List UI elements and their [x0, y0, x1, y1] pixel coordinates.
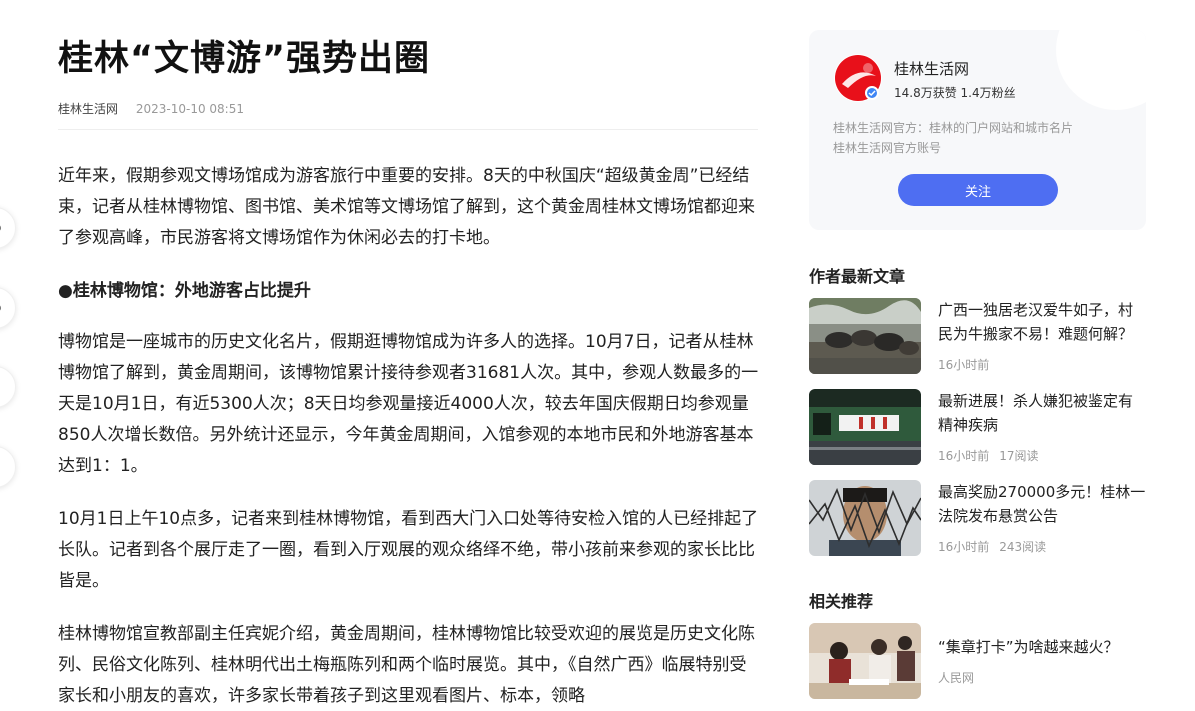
- news-meta: 16小时前: [938, 356, 989, 373]
- paragraph: 10月1日上午10点多，记者来到桂林博物馆，看到西大门入口处等待安检入馆的人已经…: [58, 509, 759, 591]
- article-meta: 桂林生活网 2023-10-10 08:51: [58, 100, 244, 117]
- follow-button[interactable]: 关注: [898, 174, 1058, 206]
- news-time: 16小时前: [938, 449, 990, 463]
- share-button[interactable]: [0, 446, 16, 488]
- like-icon: [0, 225, 1, 231]
- like-button[interactable]: [0, 207, 16, 249]
- news-time: 16小时前: [938, 358, 990, 372]
- latest-articles-heading: 作者最新文章: [809, 267, 906, 286]
- news-source: 人民网: [938, 671, 975, 685]
- author-name[interactable]: 桂林生活网: [894, 58, 969, 79]
- paragraph: 博物馆是一座城市的历史文化名片，假期逛博物馆成为许多人的选择。10月7日，记者从…: [58, 332, 759, 476]
- news-time: 16小时前: [938, 540, 990, 554]
- article-body: 近年来，假期参观文博场馆成为游客旅行中重要的安排。8天的中秋国庆“超级黄金周”已…: [58, 161, 760, 711]
- related-heading: 相关推荐: [809, 592, 874, 611]
- verified-badge-icon: [865, 86, 879, 100]
- thumbnail-image: [809, 298, 921, 374]
- comment-icon: [0, 305, 1, 311]
- news-reads: 17阅读: [999, 449, 1039, 463]
- news-title[interactable]: 最高奖励270000多元！桂林一法院发布悬赏公告: [938, 480, 1146, 528]
- author-desc-line: 桂林生活网官方：桂林的门户网站和城市名片: [833, 121, 1074, 135]
- list-item[interactable]: 最新进展！杀人嫌犯被鉴定有精神疾病 16小时前 17阅读: [809, 389, 1146, 465]
- list-item[interactable]: 最高奖励270000多元！桂林一法院发布悬赏公告 16小时前 243阅读: [809, 480, 1146, 556]
- news-meta: 16小时前 17阅读: [938, 447, 1039, 464]
- news-reads: 243阅读: [999, 540, 1047, 554]
- paragraph: 近年来，假期参观文博场馆成为游客旅行中重要的安排。8天的中秋国庆“超级黄金周”已…: [58, 166, 755, 248]
- article-author-link[interactable]: 桂林生活网: [58, 102, 118, 116]
- page-title: 桂林“文博游”强势出圈: [58, 39, 431, 79]
- news-title[interactable]: “集章打卡”为啥越来越火？: [938, 635, 1146, 659]
- author-card: 桂林生活网 14.8万获赞 1.4万粉丝 桂林生活网官方：桂林的门户网站和城市名…: [809, 30, 1146, 230]
- article-datetime: 2023-10-10 08:51: [135, 102, 244, 116]
- star-icon: [0, 380, 6, 394]
- list-item[interactable]: 广西一独居老汉爱牛如子，村民为牛搬家不易！难题何解？ 16小时前: [809, 298, 1146, 374]
- card-decoration: [1056, 30, 1146, 110]
- share-icon: [0, 460, 6, 474]
- divider: [58, 129, 758, 130]
- author-stats: 14.8万获赞 1.4万粉丝: [894, 86, 1016, 100]
- section-heading: ●桂林博物馆：外地游客占比提升: [58, 281, 311, 301]
- news-title[interactable]: 广西一独居老汉爱牛如子，村民为牛搬家不易！难题何解？: [938, 298, 1146, 346]
- news-title[interactable]: 最新进展！杀人嫌犯被鉴定有精神疾病: [938, 389, 1146, 437]
- author-desc-line: 桂林生活网官方账号: [833, 141, 942, 155]
- list-item[interactable]: “集章打卡”为啥越来越火？ 人民网: [809, 623, 1146, 699]
- comment-button[interactable]: [0, 287, 16, 329]
- paragraph: 桂林博物馆宣教部副主任宾妮介绍，黄金周期间，桂林博物馆比较受欢迎的展览是历史文化…: [58, 624, 755, 706]
- favorite-button[interactable]: [0, 366, 16, 408]
- thumbnail-image: [809, 480, 921, 556]
- thumbnail-image: [809, 389, 921, 465]
- thumbnail-image: [809, 623, 921, 699]
- author-description: 桂林生活网官方：桂林的门户网站和城市名片 桂林生活网官方账号: [833, 118, 1073, 158]
- news-meta: 16小时前 243阅读: [938, 538, 1046, 555]
